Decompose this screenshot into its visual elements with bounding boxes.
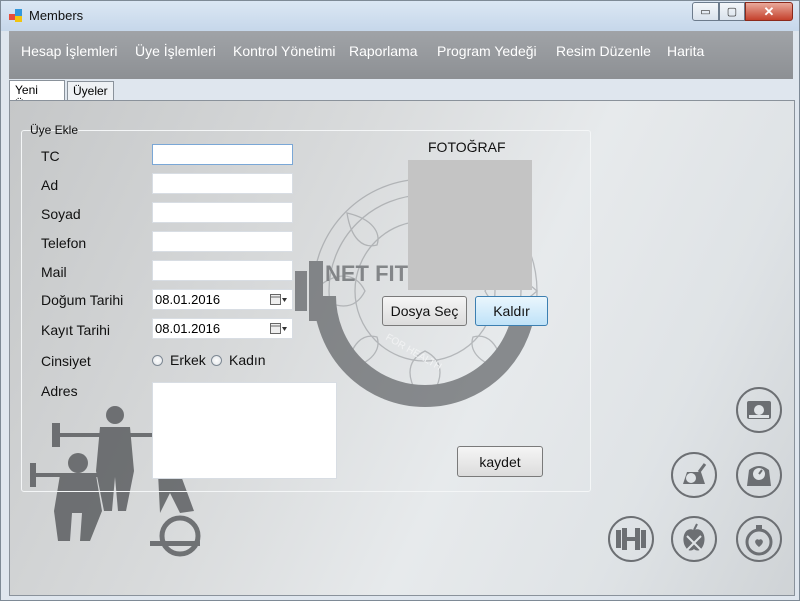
dosya-sec-button[interactable]: Dosya Seç [382, 296, 467, 326]
cinsiyet-label: Cinsiyet [41, 353, 91, 369]
title-bar: Members ▭ ▢ ✕ [1, 1, 799, 31]
menu-raporlama[interactable]: Raporlama [349, 43, 417, 59]
tc-label: TC [41, 148, 60, 164]
erkek-radio[interactable] [152, 355, 163, 366]
calendar-dropdown-icon[interactable] [270, 293, 288, 306]
telefon-label: Telefon [41, 235, 87, 251]
menu-bar: Hesap İşlemleri Üye İşlemleri Kontrol Yö… [9, 31, 793, 79]
app-icon [9, 9, 22, 22]
telefon-input[interactable] [152, 231, 293, 252]
adres-textarea[interactable] [152, 382, 337, 479]
kadin-label[interactable]: Kadın [229, 352, 266, 368]
weight-scale-icon [736, 452, 782, 498]
dogum-tarihi-value: 08.01.2016 [155, 292, 221, 307]
window-title: Members [29, 8, 84, 23]
photo-box [408, 160, 532, 290]
minimize-button[interactable]: ▭ [692, 2, 719, 21]
soyad-input[interactable] [152, 202, 293, 223]
members-window: Members ▭ ▢ ✕ Hesap İşlemleri Üye İşleml… [0, 0, 800, 601]
groupbox-title: Üye Ekle [30, 123, 79, 137]
diet-icon [671, 516, 717, 562]
menu-hesap-islemleri[interactable]: Hesap İşlemleri [21, 43, 117, 59]
soyad-label: Soyad [41, 206, 81, 222]
menu-kontrol-yonetimi[interactable]: Kontrol Yönetimi [233, 43, 335, 59]
kadin-radio[interactable] [211, 355, 222, 366]
mail-label: Mail [41, 264, 67, 280]
tc-input[interactable] [152, 144, 293, 165]
scale-icon [671, 452, 717, 498]
menu-uye-islemleri[interactable]: Üye İşlemleri [135, 43, 216, 59]
kaydet-button[interactable]: kaydet [457, 446, 543, 477]
erkek-label[interactable]: Erkek [170, 352, 206, 368]
menu-resim-duzenle[interactable]: Resim Düzenle [556, 43, 651, 59]
tape-measure-icon [736, 387, 782, 433]
ad-input[interactable] [152, 173, 293, 194]
ad-label: Ad [41, 177, 59, 193]
dumbbell-icon [608, 516, 654, 562]
kayit-tarihi-value: 08.01.2016 [155, 321, 221, 336]
menu-program-yedegi[interactable]: Program Yedeği [437, 43, 537, 59]
calendar-dropdown-icon[interactable] [270, 322, 288, 335]
kaldir-button[interactable]: Kaldır [475, 296, 548, 326]
kayit-tarihi-picker[interactable]: 08.01.2016 [152, 318, 293, 339]
maximize-button[interactable]: ▢ [719, 2, 745, 21]
tab-yeni-uye[interactable]: Yeni Üye [9, 80, 65, 111]
close-button[interactable]: ✕ [745, 2, 793, 21]
mail-input[interactable] [152, 260, 293, 281]
fotograf-label: FOTOĞRAF [428, 139, 506, 155]
stopwatch-icon [736, 516, 782, 562]
dogum-tarihi-label: Doğum Tarihi [41, 292, 124, 308]
adres-label: Adres [41, 383, 78, 399]
menu-harita[interactable]: Harita [667, 43, 704, 59]
tab-uyeler[interactable]: Üyeler [67, 81, 114, 100]
kayit-tarihi-label: Kayıt Tarihi [41, 322, 110, 338]
dogum-tarihi-picker[interactable]: 08.01.2016 [152, 289, 293, 310]
tab-page-yeni-uye: NET FITN FOR HEALTH Üye Ekle TC Ad Soyad… [9, 100, 795, 596]
